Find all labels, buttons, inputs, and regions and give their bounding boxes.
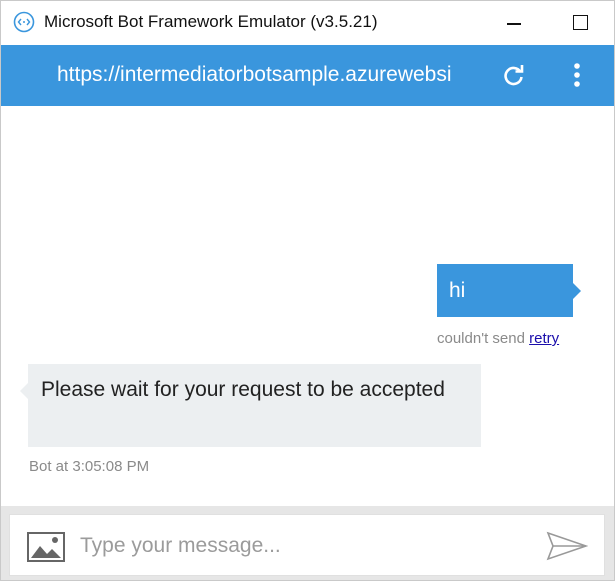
address-bar: https://intermediatorbotsample.azurewebs… — [1, 45, 614, 106]
bot-message-timestamp: Bot at 3:05:08 PM — [29, 458, 150, 475]
composer-area — [1, 506, 614, 580]
app-icon — [13, 11, 35, 33]
image-icon[interactable] — [27, 532, 65, 562]
title-bar: Microsoft Bot Framework Emulator (v3.5.2… — [1, 1, 614, 45]
window-title: Microsoft Bot Framework Emulator (v3.5.2… — [44, 12, 378, 31]
more-vert-icon[interactable] — [567, 61, 587, 89]
message-input[interactable] — [80, 528, 520, 564]
retry-link[interactable]: retry — [529, 330, 559, 347]
minimize-icon[interactable] — [501, 9, 529, 37]
send-icon[interactable] — [546, 530, 588, 562]
refresh-icon[interactable] — [501, 63, 527, 89]
user-message-status: couldn't send retry — [437, 330, 559, 347]
chat-history[interactable]: hi couldn't send retry Please wait for y… — [1, 106, 614, 506]
bot-message-text: Please wait for your request to be accep… — [41, 378, 445, 401]
send-status-text: couldn't send — [437, 330, 525, 347]
endpoint-url[interactable]: https://intermediatorbotsample.azurewebs… — [57, 63, 485, 87]
maximize-icon[interactable] — [567, 9, 595, 37]
composer — [9, 514, 605, 576]
user-message-bubble: hi — [437, 264, 581, 317]
bot-message-bubble: Please wait for your request to be accep… — [20, 364, 481, 447]
emulator-window: Microsoft Bot Framework Emulator (v3.5.2… — [0, 0, 615, 581]
user-message-text: hi — [449, 279, 466, 302]
